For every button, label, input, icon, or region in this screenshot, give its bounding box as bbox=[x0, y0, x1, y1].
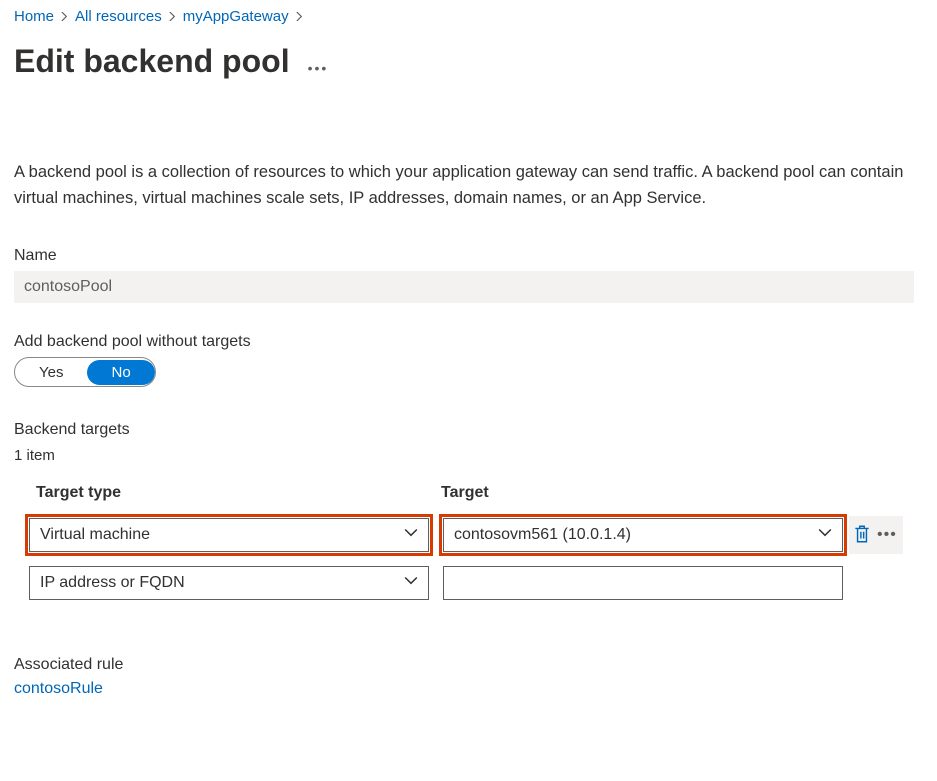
backend-targets-count: 1 item bbox=[14, 447, 923, 464]
target-input[interactable] bbox=[443, 566, 843, 600]
col-target: Target bbox=[429, 484, 844, 502]
without-targets-toggle[interactable]: Yes No bbox=[14, 357, 156, 387]
without-targets-label: Add backend pool without targets bbox=[14, 333, 923, 351]
table-row: IP address or FQDN bbox=[14, 566, 923, 600]
breadcrumb-my-app-gateway[interactable]: myAppGateway bbox=[183, 8, 289, 25]
more-icon[interactable]: ••• bbox=[875, 526, 899, 544]
backend-targets-heading: Backend targets bbox=[14, 421, 923, 439]
target-type-value: Virtual machine bbox=[40, 526, 150, 544]
associated-rule-label: Associated rule bbox=[14, 656, 923, 674]
page-title: Edit backend pool bbox=[14, 43, 290, 80]
target-type-select[interactable]: Virtual machine bbox=[29, 518, 429, 552]
breadcrumb-all-resources[interactable]: All resources bbox=[75, 8, 162, 25]
description-text: A backend pool is a collection of resour… bbox=[14, 160, 916, 211]
target-value: contosovm561 (10.0.1.4) bbox=[454, 526, 631, 544]
chevron-right-icon bbox=[168, 10, 177, 24]
target-type-select[interactable]: IP address or FQDN bbox=[29, 566, 429, 600]
chevron-right-icon bbox=[60, 10, 69, 24]
breadcrumb-home[interactable]: Home bbox=[14, 8, 54, 25]
target-select[interactable]: contosovm561 (10.0.1.4) bbox=[443, 518, 843, 552]
page-title-row: Edit backend pool ••• bbox=[14, 43, 923, 80]
target-type-value: IP address or FQDN bbox=[40, 574, 185, 592]
chevron-down-icon bbox=[818, 526, 832, 545]
breadcrumb: Home All resources myAppGateway bbox=[14, 8, 923, 25]
chevron-down-icon bbox=[404, 526, 418, 545]
name-label: Name bbox=[14, 247, 923, 265]
chevron-down-icon bbox=[404, 574, 418, 593]
chevron-right-icon bbox=[295, 10, 304, 24]
col-target-type: Target type bbox=[14, 484, 429, 502]
targets-table-header: Target type Target bbox=[14, 484, 923, 502]
row-actions: ••• bbox=[849, 516, 903, 554]
toggle-yes[interactable]: Yes bbox=[15, 360, 87, 385]
name-input[interactable] bbox=[14, 271, 914, 303]
toggle-no[interactable]: No bbox=[87, 360, 154, 385]
table-row: Virtual machine contosovm561 (10.0.1.4) … bbox=[14, 516, 923, 554]
associated-rule-section: Associated rule contosoRule bbox=[14, 656, 923, 698]
associated-rule-link[interactable]: contosoRule bbox=[14, 680, 103, 697]
more-actions-button[interactable]: ••• bbox=[308, 48, 329, 76]
delete-icon[interactable] bbox=[853, 524, 871, 547]
